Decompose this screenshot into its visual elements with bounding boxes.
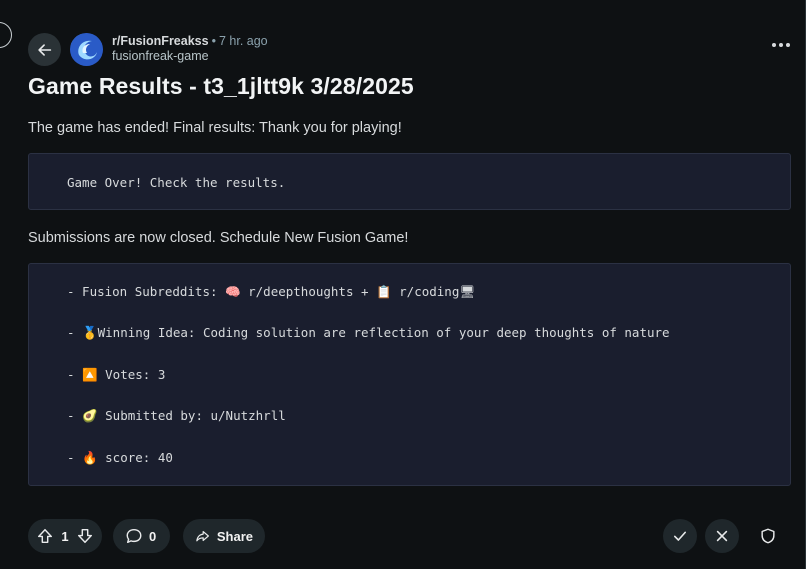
post-title: Game Results - t3_1jltt9k 3/28/2025 xyxy=(28,73,414,99)
meta-separator: • xyxy=(211,34,216,48)
mod-shield-button[interactable] xyxy=(751,519,785,553)
arrow-up-icon[interactable] xyxy=(36,527,54,545)
result-line: - 🥇Winning Idea: Coding solution are ref… xyxy=(67,325,670,340)
post-paragraph-2: Submissions are now closed. Schedule New… xyxy=(28,230,409,246)
subreddit-avatar[interactable] xyxy=(70,33,103,66)
back-button[interactable] xyxy=(28,33,61,66)
post-paragraph-1: The game has ended! Final results: Thank… xyxy=(28,120,402,136)
results-code-block: - Fusion Subreddits: 🧠 r/deepthoughts + … xyxy=(28,263,791,486)
vote-control: 1 xyxy=(28,519,102,553)
remove-button[interactable] xyxy=(705,519,739,553)
author-name[interactable]: fusionfreak-game xyxy=(112,49,268,64)
partial-circle-icon[interactable] xyxy=(0,22,12,48)
arrow-left-icon xyxy=(37,43,51,56)
approve-button[interactable] xyxy=(663,519,697,553)
result-line: - Fusion Subreddits: 🧠 r/deepthoughts + … xyxy=(67,284,476,299)
code-line: Game Over! Check the results. xyxy=(67,175,286,190)
result-line: - 🔼 Votes: 3 xyxy=(67,367,166,382)
vote-count: 1 xyxy=(61,528,69,544)
x-icon xyxy=(716,530,728,542)
share-arrow-icon xyxy=(196,530,209,542)
post-time: 7 hr. ago xyxy=(218,34,268,48)
more-options-button[interactable] xyxy=(772,43,790,47)
share-label: Share xyxy=(216,528,253,544)
comments-button[interactable]: 0 xyxy=(113,519,170,553)
post-meta: r/FusionFreakss • 7 hr. ago fusionfreak-ga… xyxy=(112,34,268,64)
comment-count: 0 xyxy=(149,528,157,544)
post-page: r/FusionFreakss • 7 hr. ago fusionfreak-ga… xyxy=(0,0,806,569)
shield-icon xyxy=(761,528,775,544)
result-line: - 🥑 Submitted by: u/Nutzhrll xyxy=(67,408,286,423)
ellipsis-icon xyxy=(772,43,776,47)
wave-logo-icon xyxy=(70,33,103,66)
result-line: - 🔥 score: 40 xyxy=(67,450,173,465)
subreddit-name[interactable]: r/FusionFreakss xyxy=(112,34,209,48)
code-block-1: Game Over! Check the results. xyxy=(28,153,791,210)
share-button[interactable]: Share xyxy=(183,519,265,553)
checkmark-icon xyxy=(674,531,686,541)
arrow-down-icon[interactable] xyxy=(76,527,94,545)
speech-bubble-icon xyxy=(126,528,142,544)
post-header: r/FusionFreakss • 7 hr. ago fusionfreak-ga… xyxy=(28,33,798,69)
post-actions: 1 0 Share xyxy=(28,519,798,553)
